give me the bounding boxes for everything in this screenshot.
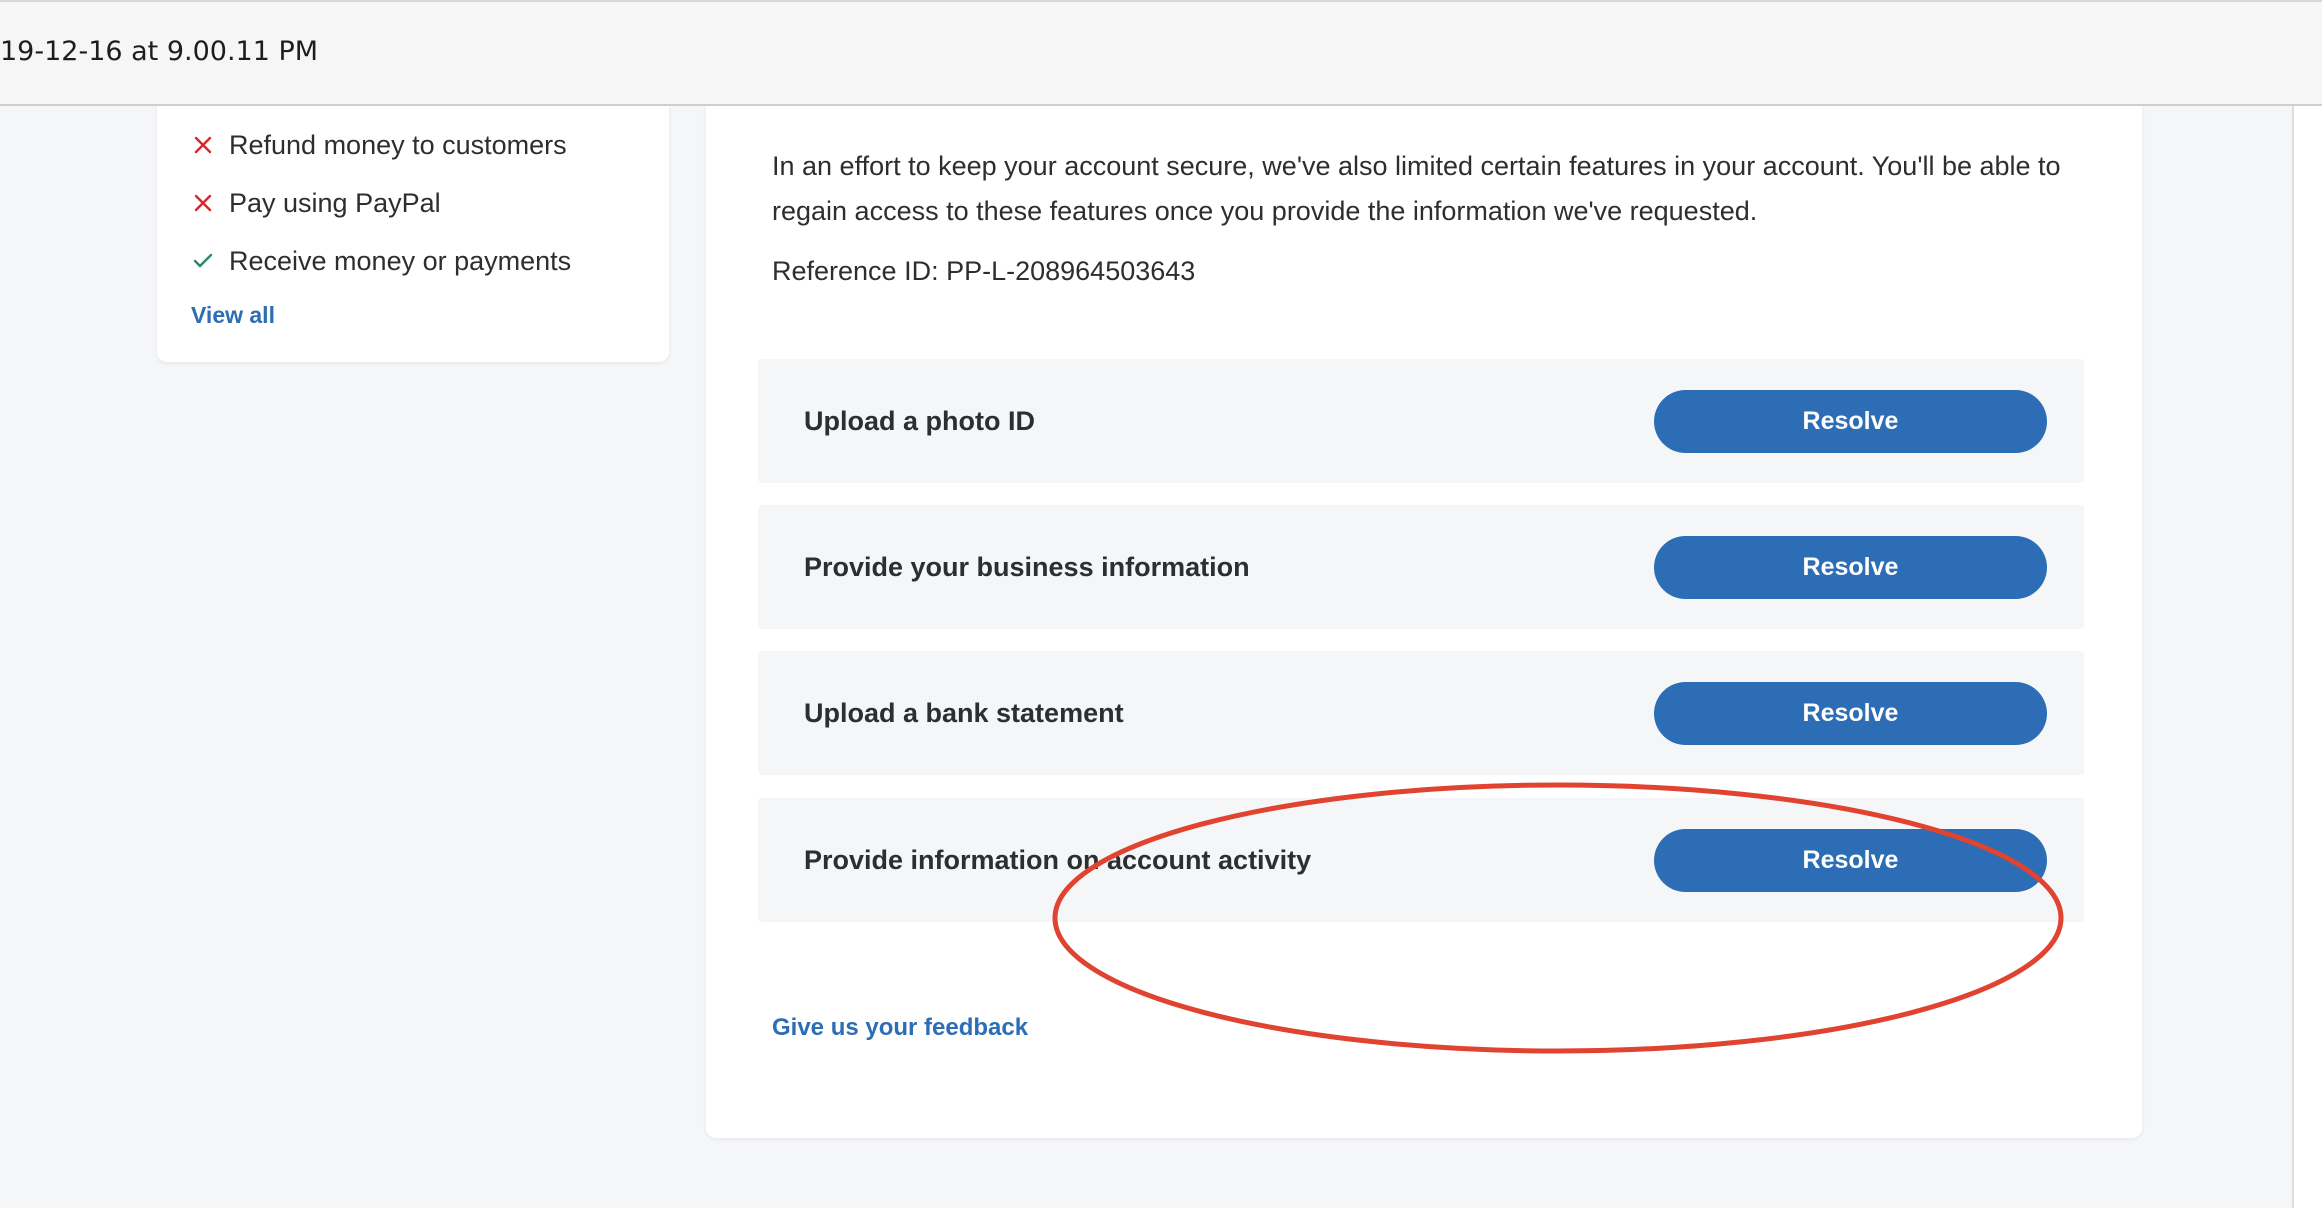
task-label: Provide your business information bbox=[804, 551, 1250, 582]
limited-features-card: Refund money to customers Pay using PayP… bbox=[157, 106, 669, 362]
feature-list: Refund money to customers Pay using PayP… bbox=[191, 116, 571, 290]
x-mark-icon bbox=[191, 194, 215, 212]
resolve-bank-statement-button[interactable]: Resolve bbox=[1654, 682, 2047, 745]
task-label: Provide information on account activity bbox=[804, 844, 1312, 875]
feature-item-receive: Receive money or payments bbox=[191, 232, 571, 290]
feature-item-refund: Refund money to customers bbox=[191, 116, 571, 174]
task-account-activity: Provide information on account activity … bbox=[758, 798, 2084, 922]
feature-label: Receive money or payments bbox=[229, 245, 572, 276]
view-all-link[interactable]: View all bbox=[191, 302, 275, 329]
task-bank-statement: Upload a bank statement Resolve bbox=[758, 651, 2084, 775]
screenshot-viewer-bar: 19-12-16 at 9.00.11 PM bbox=[0, 0, 2322, 106]
resolve-business-info-button[interactable]: Resolve bbox=[1654, 536, 2047, 599]
check-mark-icon bbox=[191, 253, 215, 269]
limitation-notice: In an effort to keep your account secure… bbox=[772, 151, 2061, 226]
resolve-account-activity-button[interactable]: Resolve bbox=[1654, 829, 2047, 892]
page-content: Refund money to customers Pay using PayP… bbox=[0, 106, 2292, 1208]
task-label: Upload a bank statement bbox=[804, 697, 1124, 728]
x-mark-icon bbox=[191, 136, 215, 154]
reference-id: Reference ID: PP-L-208964503643 bbox=[772, 256, 1196, 286]
screenshot-title: 19-12-16 at 9.00.11 PM bbox=[0, 36, 319, 67]
resolution-card: In an effort to keep your account secure… bbox=[706, 106, 2142, 1138]
feature-label: Refund money to customers bbox=[229, 129, 567, 160]
window-right-edge bbox=[2292, 106, 2322, 1208]
resolve-photo-id-button[interactable]: Resolve bbox=[1654, 390, 2047, 453]
feedback-link[interactable]: Give us your feedback bbox=[772, 1014, 1028, 1042]
task-business-information: Provide your business information Resolv… bbox=[758, 505, 2084, 629]
task-upload-photo-id: Upload a photo ID Resolve bbox=[758, 359, 2084, 483]
feature-label: Pay using PayPal bbox=[229, 187, 441, 218]
task-label: Upload a photo ID bbox=[804, 405, 1035, 436]
feature-item-pay: Pay using PayPal bbox=[191, 174, 571, 232]
